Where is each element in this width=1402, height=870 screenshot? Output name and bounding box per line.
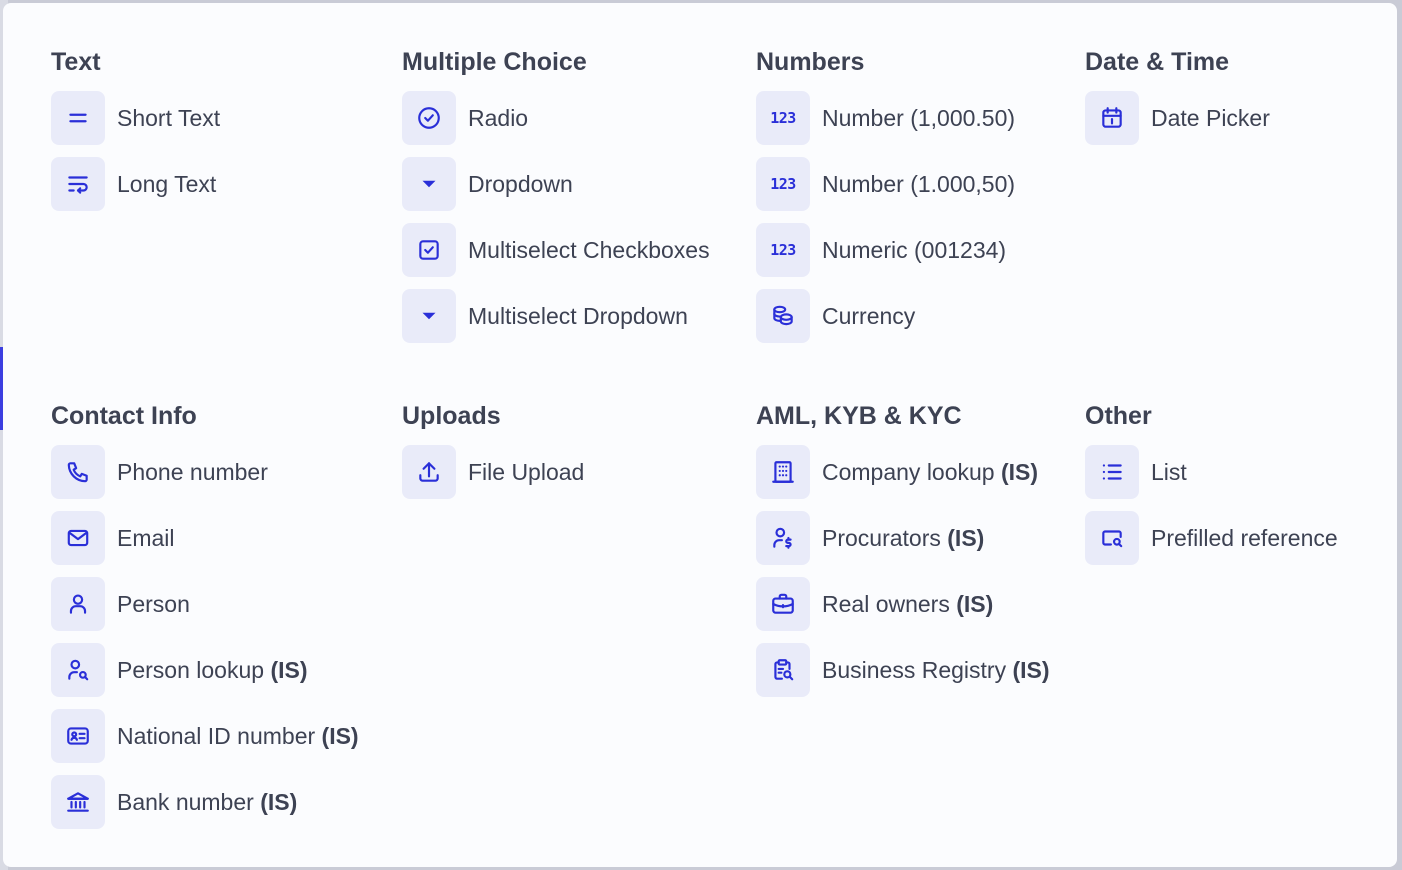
field-type-picker-panel: Text Short Text Long Text Multiple Choic… (3, 3, 1397, 867)
upload-icon (402, 445, 456, 499)
coins-icon (756, 289, 810, 343)
section-uploads: Uploads File Upload (402, 401, 584, 511)
id-card-icon (51, 709, 105, 763)
field-date-picker[interactable]: Date Picker (1085, 91, 1270, 145)
field-label: Numeric (001234) (822, 236, 1007, 263)
field-email[interactable]: Email (51, 511, 359, 565)
field-prefilled-reference[interactable]: Prefilled reference (1085, 511, 1338, 565)
field-label: Multiselect Checkboxes (468, 236, 710, 263)
calendar-icon (1085, 91, 1139, 145)
field-procurators[interactable]: Procurators (IS) (756, 511, 1050, 565)
field-label: Bank number (IS) (117, 788, 298, 815)
field-long-text[interactable]: Long Text (51, 157, 220, 211)
section-multiple-choice: Multiple Choice Radio Dropdown Multisele… (402, 47, 710, 355)
numbers-123-icon: 123 (756, 157, 810, 211)
section-date-time: Date & Time Date Picker (1085, 47, 1270, 157)
window-search-icon (1085, 511, 1139, 565)
section-title-uploads: Uploads (402, 402, 501, 430)
field-label: Procurators (IS) (822, 524, 985, 551)
field-number-dot-decimal[interactable]: 123 Number (1,000.50) (756, 91, 1015, 145)
field-real-owners[interactable]: Real owners (IS) (756, 577, 1050, 631)
field-multiselect-dropdown[interactable]: Multiselect Dropdown (402, 289, 710, 343)
field-person-lookup[interactable]: Person lookup (IS) (51, 643, 359, 697)
field-bank-number[interactable]: Bank number (IS) (51, 775, 359, 829)
field-label: Number (1.000,50) (822, 170, 1016, 197)
section-title-multiple-choice: Multiple Choice (402, 48, 587, 76)
person-dollar-icon (756, 511, 810, 565)
list-icon (1085, 445, 1139, 499)
building-icon (756, 445, 810, 499)
field-list[interactable]: List (1085, 445, 1338, 499)
field-label: Date Picker (1151, 104, 1270, 131)
person-icon (51, 577, 105, 631)
field-company-lookup[interactable]: Company lookup (IS) (756, 445, 1050, 499)
field-phone-number[interactable]: Phone number (51, 445, 359, 499)
field-label: Person lookup (IS) (117, 656, 308, 683)
field-business-registry[interactable]: Business Registry (IS) (756, 643, 1050, 697)
mail-icon (51, 511, 105, 565)
field-radio[interactable]: Radio (402, 91, 710, 145)
field-currency[interactable]: Currency (756, 289, 1015, 343)
section-text: Text Short Text Long Text (51, 47, 220, 223)
field-label: File Upload (468, 458, 585, 485)
section-title-text: Text (51, 48, 101, 76)
field-label: Real owners (IS) (822, 590, 994, 617)
field-label: Number (1,000.50) (822, 104, 1016, 131)
field-label: Multiselect Dropdown (468, 302, 688, 329)
section-title-other: Other (1085, 402, 1152, 430)
field-label: Short Text (117, 104, 221, 131)
section-other: Other List Prefilled reference (1085, 401, 1338, 577)
field-multiselect-checkboxes[interactable]: Multiselect Checkboxes (402, 223, 710, 277)
field-short-text[interactable]: Short Text (51, 91, 220, 145)
field-number-comma-decimal[interactable]: 123 Number (1.000,50) (756, 157, 1015, 211)
phone-icon (51, 445, 105, 499)
field-national-id-number[interactable]: National ID number (IS) (51, 709, 359, 763)
person-search-icon (51, 643, 105, 697)
numbers-123-icon: 123 (756, 223, 810, 277)
field-label: List (1151, 458, 1187, 485)
field-label: Currency (822, 302, 916, 329)
clipboard-search-icon (756, 643, 810, 697)
section-numbers: Numbers 123 Number (1,000.50) 123 Number… (756, 47, 1015, 355)
field-label: Person (117, 590, 190, 617)
field-label: Email (117, 524, 175, 551)
field-numeric[interactable]: 123 Numeric (001234) (756, 223, 1015, 277)
field-label: Company lookup (IS) (822, 458, 1039, 485)
field-person[interactable]: Person (51, 577, 359, 631)
field-label: Phone number (117, 458, 268, 485)
field-label: Prefilled reference (1151, 524, 1338, 551)
equals-icon (51, 91, 105, 145)
section-title-aml: AML, KYB & KYC (756, 402, 962, 430)
text-wrap-icon (51, 157, 105, 211)
field-label: National ID number (IS) (117, 722, 359, 749)
briefcase-icon (756, 577, 810, 631)
field-label: Long Text (117, 170, 217, 197)
section-aml-kyb-kyc: AML, KYB & KYC Company lookup (IS) Procu… (756, 401, 1050, 709)
section-title-numbers: Numbers (756, 48, 865, 76)
section-title-date-time: Date & Time (1085, 48, 1230, 76)
caret-down-icon (402, 289, 456, 343)
section-contact-info: Contact Info Phone number Email Person P… (51, 401, 359, 841)
numbers-123-icon: 123 (756, 91, 810, 145)
field-label: Radio (468, 104, 529, 131)
check-circle-icon (402, 91, 456, 145)
field-label: Business Registry (IS) (822, 656, 1050, 683)
field-dropdown[interactable]: Dropdown (402, 157, 710, 211)
checkbox-icon (402, 223, 456, 277)
caret-down-icon (402, 157, 456, 211)
field-label: Dropdown (468, 170, 573, 197)
bank-icon (51, 775, 105, 829)
section-title-contact-info: Contact Info (51, 402, 197, 430)
field-file-upload[interactable]: File Upload (402, 445, 584, 499)
